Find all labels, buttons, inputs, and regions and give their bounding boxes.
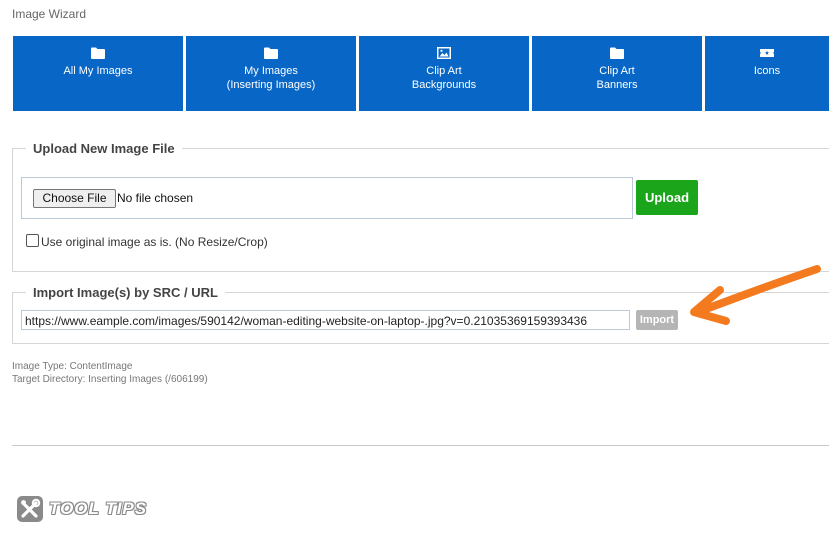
tab-label: Icons: [753, 65, 781, 77]
image-url-input[interactable]: https://www.eample.com/images/590142/wom…: [21, 310, 630, 330]
import-legend: Import Image(s) by SRC / URL: [26, 285, 225, 300]
tool-tips-text: TOOL TIPS: [49, 499, 148, 518]
folder-icon: [91, 47, 105, 59]
tab-my-images[interactable]: My Images (Inserting Images): [186, 36, 356, 111]
tab-sublabel: Banners: [596, 79, 638, 91]
tab-label: Clip Art: [599, 65, 635, 77]
file-input[interactable]: Choose File No file chosen: [21, 177, 633, 219]
upload-legend: Upload New Image File: [26, 141, 182, 156]
tools-icon: [17, 496, 43, 522]
page-title: Image Wizard: [12, 7, 87, 21]
tab-clip-art-backgrounds[interactable]: Clip Art Backgrounds: [359, 36, 529, 111]
ticket-icon: [760, 49, 774, 57]
upload-button[interactable]: Upload: [636, 180, 698, 215]
use-original-label: Use original image as is. (No Resize/Cro…: [41, 235, 268, 249]
folder-icon: [264, 47, 278, 59]
tab-label: My Images: [244, 65, 298, 77]
tab-sublabel: Backgrounds: [411, 79, 477, 91]
tool-tips-logo: TOOL TIPS: [16, 495, 166, 523]
image-type-text: Image Type: ContentImage: [12, 361, 133, 372]
use-original-checkbox[interactable]: [26, 234, 39, 247]
tab-all-my-images[interactable]: All My Images: [13, 36, 183, 111]
image-source-tabs: All My Images My Images (Inserting Image…: [13, 36, 829, 111]
choose-file-button[interactable]: Choose File: [33, 189, 116, 208]
file-status-text: No file chosen: [117, 191, 194, 205]
image-frame-icon: [437, 47, 451, 59]
tab-clip-art-banners[interactable]: Clip Art Banners: [532, 36, 702, 111]
target-directory-text: Target Directory: Inserting Images (/606…: [12, 374, 208, 385]
import-button[interactable]: Import: [636, 310, 678, 330]
tab-sublabel: (Inserting Images): [226, 79, 316, 91]
tab-label: Clip Art: [426, 65, 462, 77]
tab-icons[interactable]: Icons: [705, 36, 829, 111]
section-divider: [12, 445, 829, 446]
tab-label: All My Images: [63, 65, 133, 77]
annotation-arrow-icon: [690, 265, 821, 325]
folder-icon: [610, 47, 624, 59]
